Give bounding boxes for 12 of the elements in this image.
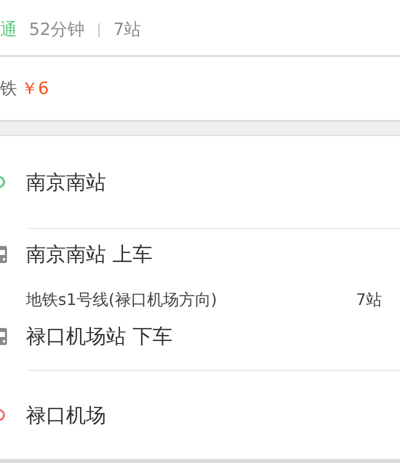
separator-text: | xyxy=(96,22,102,38)
fare-price: ￥6 xyxy=(21,78,49,100)
duration-text: 52分钟 xyxy=(29,19,85,41)
step-title: 南京南站 xyxy=(26,168,107,196)
line-name: 地铁s1号线(禄口机场方向) xyxy=(26,290,217,311)
step-title: 南京南站 上车 xyxy=(26,241,154,268)
route-tag: 通 xyxy=(0,18,17,41)
stops-count: 7站 xyxy=(113,19,142,41)
line-stops: 7站 xyxy=(356,290,382,311)
step-title: 禄口机场站 下车 xyxy=(26,323,174,350)
fare-label: 铁 xyxy=(0,78,17,100)
step-title: 禄口机场 xyxy=(26,402,107,428)
